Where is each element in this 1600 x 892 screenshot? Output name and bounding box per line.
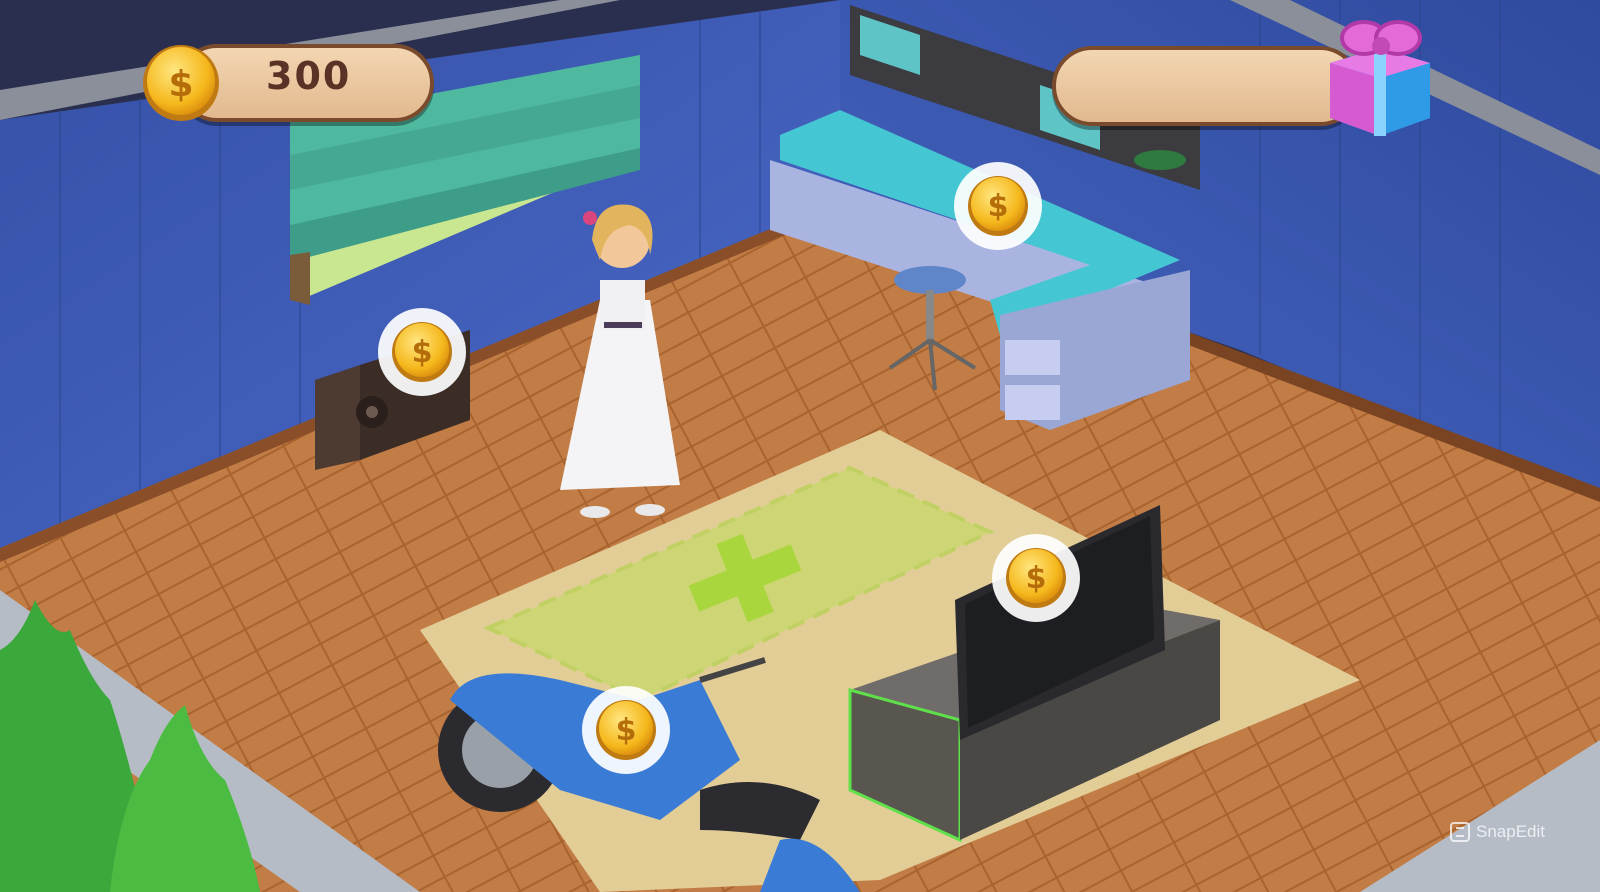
gift-icon[interactable]	[1320, 8, 1440, 138]
svg-text:$: $	[412, 335, 433, 370]
reward-progress-bar	[1052, 46, 1360, 126]
svg-text:$: $	[1026, 561, 1047, 596]
coin-marker-motorcycle[interactable]: $	[580, 684, 672, 776]
coin-marker-counter[interactable]: $	[952, 160, 1044, 252]
coin-count: 300	[266, 54, 352, 98]
snapedit-icon	[1450, 822, 1470, 842]
svg-text:$: $	[168, 64, 193, 105]
coin-marker-tv[interactable]: $	[990, 532, 1082, 624]
watermark: SnapEdit	[1450, 822, 1545, 842]
svg-text:$: $	[988, 189, 1009, 224]
watermark-text: SnapEdit	[1476, 822, 1545, 841]
coin-marker-speaker[interactable]: $	[376, 306, 468, 398]
coin-icon: $	[143, 45, 219, 121]
svg-text:$: $	[616, 713, 637, 748]
